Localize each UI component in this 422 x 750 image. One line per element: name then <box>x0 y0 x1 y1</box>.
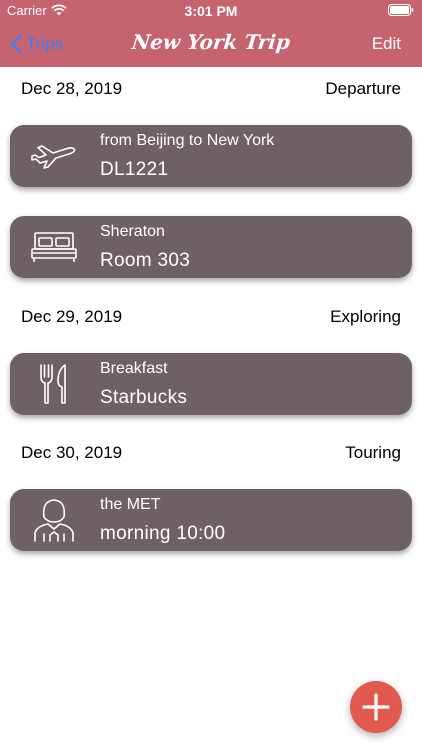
card-subtitle: Starbucks <box>100 387 188 408</box>
bed-icon <box>28 227 80 267</box>
section-date: Dec 29, 2019 <box>21 307 123 326</box>
section-header: Dec 30, 2019 Touring <box>21 443 401 465</box>
card-title: Sheraton <box>100 223 165 240</box>
itinerary-card-meal[interactable]: Breakfast Starbucks <box>10 353 412 415</box>
navigation-header: Carrier 3:01 PM Trips New York Trip Edit <box>0 0 422 67</box>
section-tag: Departure <box>325 79 401 98</box>
card-title: from Beijing to New York <box>100 132 275 149</box>
section-date: Dec 30, 2019 <box>21 443 123 462</box>
edit-button[interactable]: Edit <box>372 34 401 54</box>
person-icon <box>28 499 80 542</box>
battery-icon <box>388 4 414 19</box>
status-bar: Carrier 3:01 PM <box>0 0 422 22</box>
card-subtitle: morning 10:00 <box>100 523 226 544</box>
card-subtitle: Room 303 <box>100 250 191 271</box>
card-title: Breakfast <box>100 360 168 377</box>
add-item-button[interactable] <box>350 681 402 733</box>
card-title: the MET <box>100 496 161 513</box>
section-date: Dec 28, 2019 <box>21 79 123 98</box>
itinerary-card-attraction[interactable]: the MET morning 10:00 <box>10 489 412 551</box>
card-subtitle: DL1221 <box>100 159 169 180</box>
section-header: Dec 29, 2019 Exploring <box>21 307 401 329</box>
section-tag: Touring <box>345 443 401 462</box>
status-time: 3:01 PM <box>184 3 238 19</box>
page-title: New York Trip <box>130 30 292 54</box>
plus-icon <box>362 693 390 721</box>
itinerary-card-flight[interactable]: from Beijing to New York DL1221 <box>10 125 412 187</box>
fork-knife-icon <box>28 364 80 404</box>
itinerary-card-hotel[interactable]: Sheraton Room 303 <box>10 216 412 278</box>
section-header: Dec 28, 2019 Departure <box>21 79 401 101</box>
section-tag: Exploring <box>330 307 401 326</box>
airplane-icon <box>28 136 80 176</box>
